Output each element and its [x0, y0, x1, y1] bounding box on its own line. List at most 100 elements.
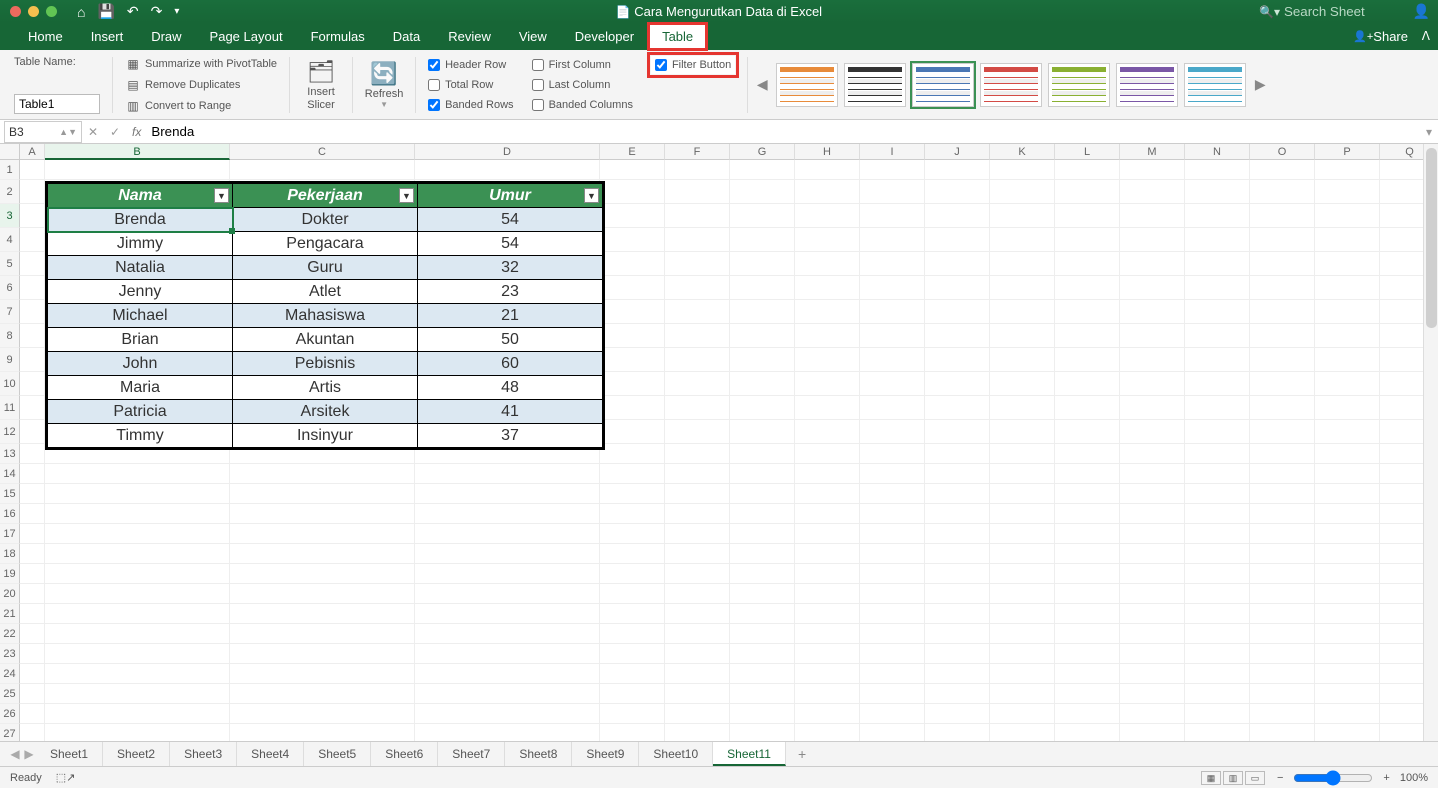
column-header[interactable]: I: [860, 144, 925, 160]
row-header[interactable]: 5: [0, 252, 20, 276]
table-cell[interactable]: Artis: [233, 376, 418, 400]
row-header[interactable]: 14: [0, 464, 20, 484]
formula-input[interactable]: [147, 124, 1420, 139]
table-cell[interactable]: 60: [418, 352, 603, 376]
ribbon-tab-draw[interactable]: Draw: [137, 23, 195, 50]
ribbon-tab-insert[interactable]: Insert: [77, 23, 138, 50]
row-header[interactable]: 19: [0, 564, 20, 584]
table-cell[interactable]: 21: [418, 304, 603, 328]
column-header[interactable]: A: [20, 144, 45, 160]
row-header[interactable]: 27: [0, 724, 20, 741]
sheet-tab[interactable]: Sheet5: [304, 742, 371, 766]
row-header[interactable]: 21: [0, 604, 20, 624]
column-header[interactable]: O: [1250, 144, 1315, 160]
row-header[interactable]: 26: [0, 704, 20, 724]
table-cell[interactable]: Pengacara: [233, 232, 418, 256]
row-header[interactable]: 13: [0, 444, 20, 464]
table-name-input[interactable]: [14, 94, 100, 114]
table-cell[interactable]: Pebisnis: [233, 352, 418, 376]
search-input[interactable]: [1284, 4, 1404, 19]
sheet-tab[interactable]: Sheet6: [371, 742, 438, 766]
ribbon-tab-formulas[interactable]: Formulas: [297, 23, 379, 50]
table-cell[interactable]: Dokter: [233, 208, 418, 232]
zoom-in-button[interactable]: +: [1383, 772, 1389, 784]
sheet-tab[interactable]: Sheet1: [36, 742, 103, 766]
table-cell[interactable]: Arsitek: [233, 400, 418, 424]
refresh-button[interactable]: 🔄 Refresh ▼: [359, 56, 409, 114]
table-style-swatch[interactable]: [844, 63, 906, 107]
insert-slicer-button[interactable]: 🗂 Insert Slicer: [296, 56, 346, 114]
cancel-formula-icon[interactable]: ✕: [82, 125, 104, 139]
close-window-button[interactable]: [10, 6, 21, 17]
sheet-tab[interactable]: Sheet4: [237, 742, 304, 766]
row-header[interactable]: 17: [0, 524, 20, 544]
sheet-tab[interactable]: Sheet7: [438, 742, 505, 766]
row-header[interactable]: 8: [0, 324, 20, 348]
account-icon[interactable]: 👤: [1413, 3, 1430, 20]
zoom-out-button[interactable]: −: [1277, 772, 1283, 784]
filter-dropdown-icon[interactable]: ▼: [584, 188, 599, 203]
sheet-tab[interactable]: Sheet11: [713, 742, 786, 766]
enter-formula-icon[interactable]: ✓: [104, 125, 126, 139]
column-header[interactable]: F: [665, 144, 730, 160]
undo-icon[interactable]: ↶: [127, 3, 139, 20]
table-style-swatch[interactable]: [1184, 63, 1246, 107]
qat-more-icon[interactable]: ▾: [174, 6, 179, 17]
sheet-tab[interactable]: Sheet9: [572, 742, 639, 766]
row-header[interactable]: 16: [0, 504, 20, 524]
column-header[interactable]: C: [230, 144, 415, 160]
sheet-tab[interactable]: Sheet8: [505, 742, 572, 766]
row-header[interactable]: 22: [0, 624, 20, 644]
namebox-dropdown-icon[interactable]: ▲▼: [59, 127, 77, 137]
ribbon-tab-home[interactable]: Home: [14, 23, 77, 50]
table-cell[interactable]: Timmy: [48, 424, 233, 448]
ribbon-tab-developer[interactable]: Developer: [561, 23, 648, 50]
table-cell[interactable]: Insinyur: [233, 424, 418, 448]
add-sheet-button[interactable]: +: [786, 746, 818, 762]
table-header-cell[interactable]: Nama▼: [48, 184, 233, 208]
tab-scroll-left[interactable]: ◀: [8, 747, 22, 761]
table-style-swatch[interactable]: [1116, 63, 1178, 107]
row-header[interactable]: 11: [0, 396, 20, 420]
filter-button-checkbox[interactable]: Filter Button: [651, 56, 735, 74]
row-header[interactable]: 7: [0, 300, 20, 324]
banded-rows-checkbox[interactable]: Banded Rows: [428, 96, 514, 114]
table-cell[interactable]: Patricia: [48, 400, 233, 424]
ribbon-tab-table[interactable]: Table: [648, 23, 707, 50]
tab-scroll-right[interactable]: ▶: [22, 747, 36, 761]
column-header[interactable]: K: [990, 144, 1055, 160]
table-cell[interactable]: 48: [418, 376, 603, 400]
name-box[interactable]: B3▲▼: [4, 121, 82, 143]
row-header[interactable]: 1: [0, 160, 20, 180]
row-header[interactable]: 6: [0, 276, 20, 300]
table-cell[interactable]: Akuntan: [233, 328, 418, 352]
table-style-swatch[interactable]: [776, 63, 838, 107]
row-header[interactable]: 9: [0, 348, 20, 372]
select-all-corner[interactable]: [0, 144, 20, 160]
row-header[interactable]: 23: [0, 644, 20, 664]
table-cell[interactable]: 54: [418, 232, 603, 256]
table-cell[interactable]: 50: [418, 328, 603, 352]
filter-dropdown-icon[interactable]: ▼: [214, 188, 229, 203]
table-cell[interactable]: 54: [418, 208, 603, 232]
home-icon[interactable]: ⌂: [77, 4, 85, 20]
macro-record-icon[interactable]: ⬚↗: [56, 771, 76, 784]
row-header[interactable]: 20: [0, 584, 20, 604]
column-header[interactable]: G: [730, 144, 795, 160]
remove-duplicates-button[interactable]: ▤Remove Duplicates: [125, 77, 277, 93]
zoom-slider[interactable]: [1293, 770, 1373, 786]
share-button[interactable]: Share: [1353, 23, 1408, 50]
table-cell[interactable]: Jimmy: [48, 232, 233, 256]
column-header[interactable]: B: [45, 144, 230, 160]
table-cell[interactable]: 37: [418, 424, 603, 448]
filter-dropdown-icon[interactable]: ▼: [399, 188, 414, 203]
row-header[interactable]: 12: [0, 420, 20, 444]
table-style-swatch[interactable]: [980, 63, 1042, 107]
ribbon-tab-view[interactable]: View: [505, 23, 561, 50]
row-header[interactable]: 10: [0, 372, 20, 396]
column-header[interactable]: L: [1055, 144, 1120, 160]
column-header[interactable]: J: [925, 144, 990, 160]
redo-icon[interactable]: ↷: [151, 3, 163, 20]
column-header[interactable]: E: [600, 144, 665, 160]
save-icon[interactable]: 💾: [97, 3, 114, 20]
